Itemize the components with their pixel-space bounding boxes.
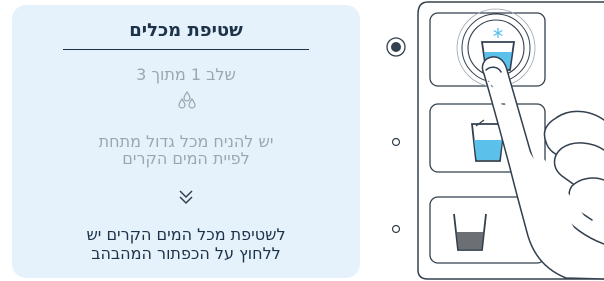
indicator-middle	[391, 137, 401, 147]
indicator-bottom	[391, 224, 401, 234]
screen: שטיפת מכלים שלב 1 מתוך 3 יש להניח מכל גד…	[0, 0, 604, 281]
indicator-active	[386, 37, 406, 57]
dispenser-panel-illustration	[386, 1, 604, 280]
